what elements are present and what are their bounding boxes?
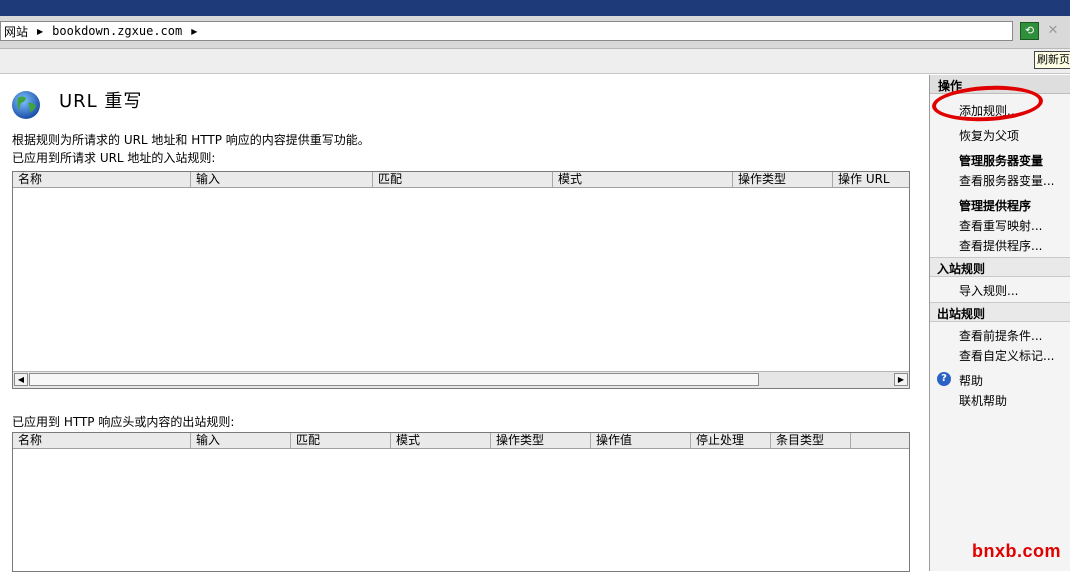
- section-title: 出站规则: [937, 307, 986, 321]
- server-vars-group-title: 管理服务器变量: [959, 154, 1044, 168]
- scrollbar-thumb[interactable]: [29, 373, 759, 386]
- outbound-rules-section: 出站规则: [930, 302, 1070, 322]
- column-header[interactable]: 条目类型: [771, 433, 851, 448]
- column-header[interactable]: 操作值: [591, 433, 691, 448]
- toolbar: 刷新页: [0, 49, 1070, 74]
- inbound-rules-label: 已应用到所请求 URL 地址的入站规则:: [12, 151, 216, 165]
- breadcrumb-item-sites[interactable]: 网站: [1, 23, 31, 40]
- view-custom-tags-link[interactable]: 查看自定义标记...: [959, 347, 1054, 364]
- column-header[interactable]: 输入: [191, 433, 291, 448]
- help-icon[interactable]: ?: [937, 372, 951, 386]
- view-preconditions-link[interactable]: 查看前提条件...: [959, 327, 1042, 344]
- breadcrumb-item-site[interactable]: bookdown.zgxue.com: [49, 24, 185, 38]
- scroll-left-icon[interactable]: ◀: [14, 373, 28, 386]
- column-header[interactable]: 名称: [13, 172, 191, 187]
- address-bar: 网站 ▶ bookdown.zgxue.com ▶ ⟲ ✕: [0, 16, 1070, 49]
- watermark: bnxb.com: [972, 541, 1062, 561]
- table-header: 名称 输入 匹配 模式 操作类型 操作 URL: [13, 172, 909, 188]
- column-header[interactable]: 操作类型: [733, 172, 833, 187]
- column-header[interactable]: 操作类型: [491, 433, 591, 448]
- revert-parent-link[interactable]: 恢复为父项: [959, 127, 1019, 144]
- column-header[interactable]: 操作 URL: [833, 172, 909, 187]
- import-rules-link[interactable]: 导入规则...: [959, 282, 1018, 299]
- view-rewrite-maps-link[interactable]: 查看重写映射...: [959, 217, 1042, 234]
- view-providers-link[interactable]: 查看提供程序...: [959, 237, 1042, 254]
- actions-pane: 操作 添加规则... 恢复为父项 管理服务器变量 查看服务器变量... 管理提供…: [929, 75, 1070, 571]
- horizontal-scrollbar[interactable]: ◀ ▶: [13, 371, 909, 388]
- help-link[interactable]: 帮助: [959, 372, 983, 389]
- breadcrumb[interactable]: 网站 ▶ bookdown.zgxue.com ▶: [0, 21, 1013, 41]
- inbound-rules-section: 入站规则: [930, 257, 1070, 277]
- outbound-rules-label: 已应用到 HTTP 响应头或内容的出站规则:: [12, 415, 235, 429]
- table-header: 名称 输入 匹配 模式 操作类型 操作值 停止处理 条目类型: [13, 433, 909, 449]
- column-header[interactable]: 模式: [391, 433, 491, 448]
- column-header[interactable]: 匹配: [373, 172, 553, 187]
- close-icon[interactable]: ✕: [1045, 22, 1061, 40]
- refresh-arrows-icon[interactable]: ⟲: [1020, 22, 1039, 40]
- chevron-right-icon[interactable]: ▶: [185, 27, 203, 36]
- main-content: URL 重写 根据规则为所请求的 URL 地址和 HTTP 响应的内容提供重写功…: [0, 75, 928, 572]
- column-header[interactable]: 输入: [191, 172, 373, 187]
- inbound-rules-table[interactable]: 名称 输入 匹配 模式 操作类型 操作 URL ◀ ▶: [12, 171, 910, 389]
- scroll-right-icon[interactable]: ▶: [894, 373, 908, 386]
- view-server-vars-link[interactable]: 查看服务器变量...: [959, 172, 1054, 189]
- column-header[interactable]: 模式: [553, 172, 733, 187]
- column-header[interactable]: 匹配: [291, 433, 391, 448]
- section-title: 入站规则: [937, 262, 986, 276]
- page-description: 根据规则为所请求的 URL 地址和 HTTP 响应的内容提供重写功能。: [12, 133, 370, 147]
- page-title: URL 重写: [59, 91, 143, 112]
- column-header[interactable]: 停止处理: [691, 433, 771, 448]
- chevron-right-icon[interactable]: ▶: [31, 27, 49, 36]
- window-title-strip: [0, 0, 1070, 16]
- online-help-link[interactable]: 联机帮助: [959, 392, 1007, 409]
- providers-group-title: 管理提供程序: [959, 199, 1032, 213]
- refresh-tooltip: 刷新页: [1034, 51, 1070, 69]
- column-header[interactable]: 名称: [13, 433, 191, 448]
- outbound-rules-table[interactable]: 名称 输入 匹配 模式 操作类型 操作值 停止处理 条目类型: [12, 432, 910, 572]
- globe-icon: [12, 91, 40, 119]
